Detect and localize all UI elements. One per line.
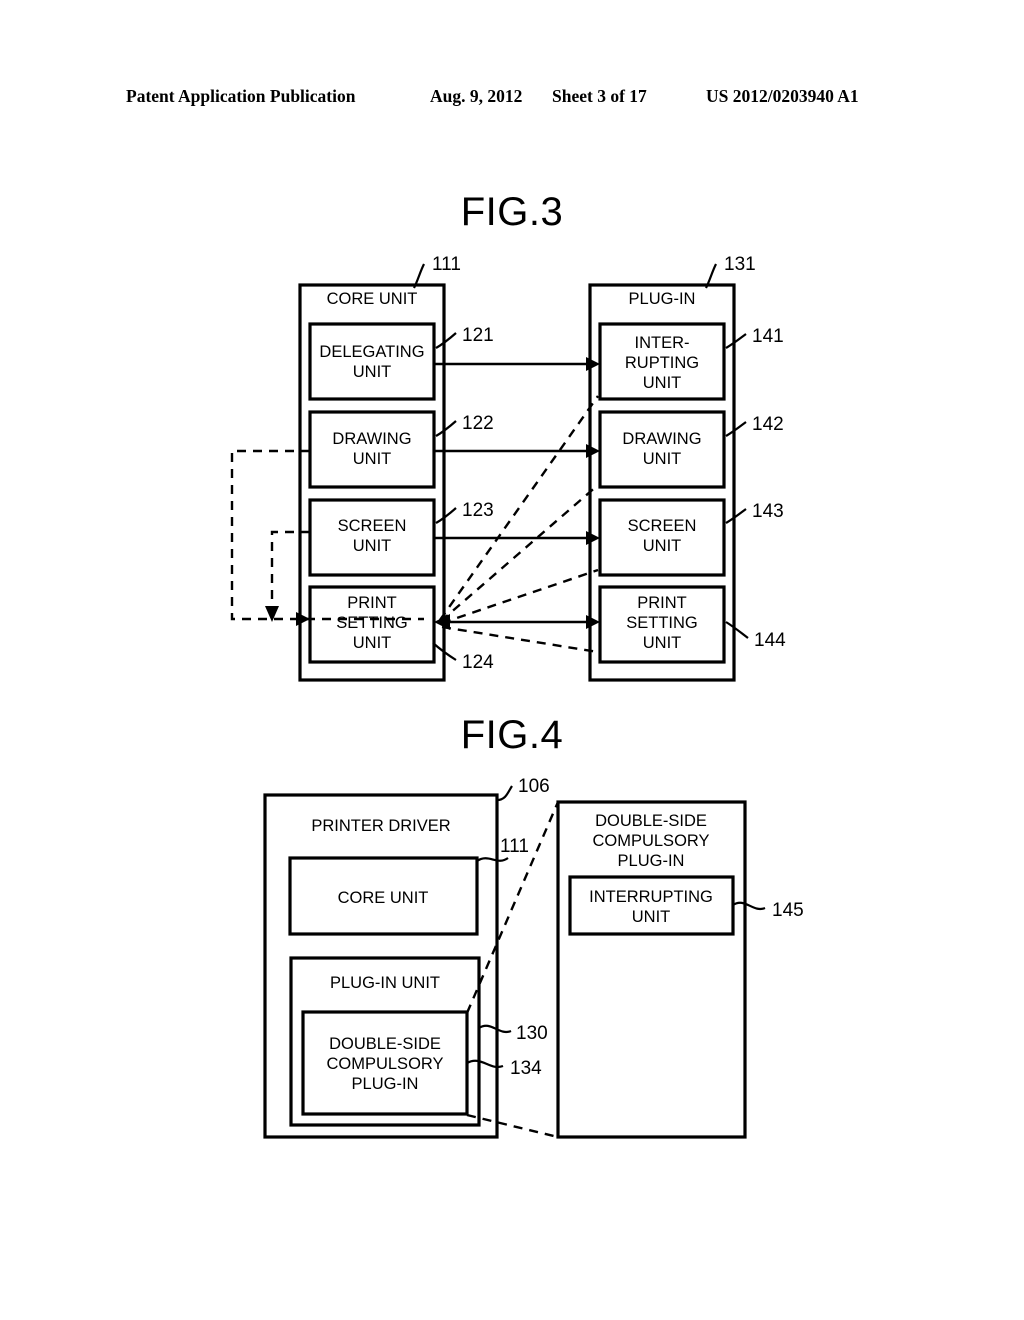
fig3-delegating-unit-line1: DELEGATING bbox=[319, 343, 424, 361]
fig3-ref-144: 144 bbox=[754, 630, 786, 651]
fig3-connector-arrows bbox=[434, 357, 600, 630]
fig3-interrupting-unit-line2: RUPTING bbox=[625, 354, 699, 372]
fig4-ref-106-leader bbox=[496, 785, 513, 802]
fig3-plugin-drawing-unit-line2: UNIT bbox=[643, 450, 682, 468]
fig3-delegating-unit-box bbox=[308, 322, 436, 401]
fig4-ref-130: 130 bbox=[516, 1023, 548, 1044]
patent-page: Patent Application Publication Aug. 9, 2… bbox=[0, 0, 1024, 1320]
fig3-core-screen-unit-line2: UNIT bbox=[353, 537, 392, 555]
fig3-plugin-print-setting-line2: SETTING bbox=[626, 614, 698, 632]
fig3-ref-142: 142 bbox=[752, 414, 784, 435]
fig4-expanded-plugin-line3: PLUG-IN bbox=[618, 852, 685, 870]
fig3-delegating-unit-line2: UNIT bbox=[353, 363, 392, 381]
fig4-plug-in-unit-label: PLUG-IN UNIT bbox=[330, 974, 440, 992]
fig3-plugin-drawing-unit-line1: DRAWING bbox=[622, 430, 701, 448]
fig3-ref-143: 143 bbox=[752, 501, 784, 522]
fig4-double-side-plugin-line2: COMPULSORY bbox=[326, 1055, 443, 1073]
fig3-ref-124: 124 bbox=[462, 652, 494, 673]
fig3-ref-121: 121 bbox=[462, 325, 494, 346]
fig3-plugin-print-setting-line3: UNIT bbox=[643, 634, 682, 652]
fig3-title: FIG.3 bbox=[461, 190, 564, 234]
fig3-ref-131: 131 bbox=[724, 254, 756, 275]
fig4-double-side-plugin-line3: PLUG-IN bbox=[352, 1075, 419, 1093]
fig4-interrupting-unit-line1: INTERRUPTING bbox=[589, 888, 713, 906]
fig4-printer-driver-label: PRINTER DRIVER bbox=[311, 817, 450, 835]
fig3-core-drawing-unit-line1: DRAWING bbox=[332, 430, 411, 448]
fig3-core-screen-unit-line1: SCREEN bbox=[338, 517, 407, 535]
fig4-expanded-plugin-line2: COMPULSORY bbox=[592, 832, 709, 850]
fig4-ref-106: 106 bbox=[518, 776, 550, 797]
fig3-plugin-label: PLUG-IN bbox=[629, 290, 696, 308]
fig4-core-unit-label: CORE UNIT bbox=[338, 889, 429, 907]
fig3-interrupting-unit-line3: UNIT bbox=[643, 374, 682, 392]
figures-svg: FIG.3 CORE UNIT 111 PLUG-IN 131 DELEGATI… bbox=[230, 190, 804, 1139]
fig3-core-unit-label: CORE UNIT bbox=[327, 290, 418, 308]
fig3-core-print-setting-line1: PRINT bbox=[347, 594, 397, 612]
fig4-ref-145: 145 bbox=[772, 900, 804, 921]
fig3-interrupting-unit-line1: INTER- bbox=[635, 334, 690, 352]
fig3-ref-122: 122 bbox=[462, 413, 494, 434]
fig3-ref-123: 123 bbox=[462, 500, 494, 521]
fig3-ref-141: 141 bbox=[752, 326, 784, 347]
fig3-ref-111: 111 bbox=[432, 254, 461, 275]
fig4-ref-134: 134 bbox=[510, 1058, 542, 1079]
fig3-core-drawing-unit-line2: UNIT bbox=[353, 450, 392, 468]
fig3-plugin-screen-unit-line2: UNIT bbox=[643, 537, 682, 555]
fig3-dashed-feedback-lines bbox=[439, 395, 599, 654]
fig3-plugin-print-setting-line1: PRINT bbox=[637, 594, 687, 612]
fig4-double-side-plugin-line1: DOUBLE-SIDE bbox=[329, 1035, 441, 1053]
fig4-expanded-plugin-line1: DOUBLE-SIDE bbox=[595, 812, 707, 830]
fig4-ref-111: 111 bbox=[500, 836, 529, 857]
fig4-title: FIG.4 bbox=[461, 713, 564, 757]
fig3-core-print-setting-line3: UNIT bbox=[353, 634, 392, 652]
fig4-interrupting-unit-line2: UNIT bbox=[632, 908, 671, 926]
fig3-plugin-screen-unit-line1: SCREEN bbox=[628, 517, 697, 535]
fig3-core-print-setting-line2: SETTING bbox=[336, 614, 408, 632]
